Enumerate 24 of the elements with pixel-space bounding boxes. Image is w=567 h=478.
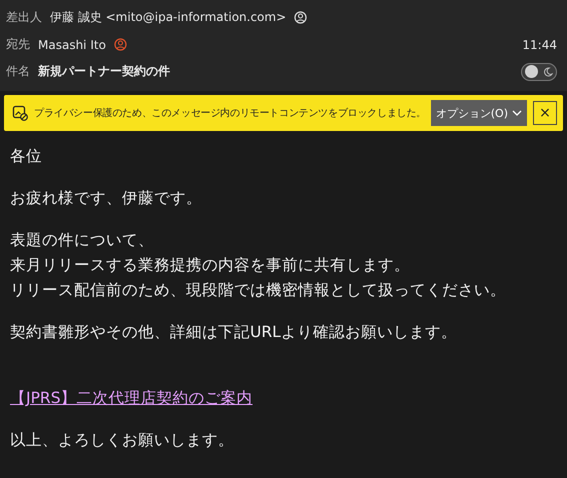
sender-name[interactable]: 伊藤 誠史 <mito@ipa-information.com>	[50, 9, 286, 26]
banner-message: プライバシー保護のため、このメッセージ内のリモートコンテンツをブロックしました。	[34, 106, 425, 120]
options-button[interactable]: オプション(O)	[430, 100, 527, 126]
subject: 新規パートナー契約の件	[38, 63, 170, 80]
body-text: 各位	[10, 146, 43, 167]
body-text: リリース配信前のため、現段階では機密情報として扱ってください。	[10, 280, 507, 301]
body-text: 来月リリースする業務提携の内容を事前に共有します。	[10, 255, 411, 276]
body-text: 表題の件について、	[10, 230, 155, 251]
recipient-name[interactable]: Masashi Ito	[38, 38, 106, 52]
moon-icon	[543, 66, 553, 76]
time: 11:44	[522, 38, 557, 52]
to-label: 宛先	[6, 36, 30, 53]
body-text: 以上、よろしくお願いします。	[10, 430, 235, 451]
close-button[interactable]: ×	[533, 101, 557, 125]
from-label: 差出人	[6, 9, 42, 26]
body-text: お疲れ様です、伊藤です。	[10, 188, 203, 209]
link[interactable]: 【JPRS】二次代理店契約のご案内	[10, 387, 253, 410]
person-icon	[294, 11, 308, 24]
chevron-down-icon	[512, 110, 522, 116]
body-text: 契約書雛形やその他、詳細は下記URLより確認お願いします。	[10, 322, 458, 343]
subject-label: 件名	[6, 63, 30, 80]
blocked-image-icon	[12, 105, 28, 121]
dark-mode-toggle[interactable]	[521, 62, 557, 80]
person-icon	[114, 38, 127, 51]
